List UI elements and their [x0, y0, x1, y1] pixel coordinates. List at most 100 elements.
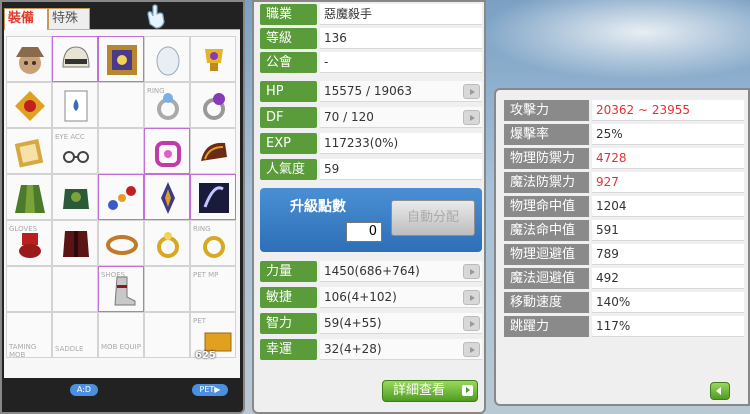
slot-hat[interactable]	[6, 36, 52, 82]
glasses-icon	[63, 151, 89, 163]
detail-value: 20362 ~ 23955	[592, 100, 744, 121]
stat-key: EXP	[260, 133, 317, 154]
stat-value: 136	[320, 28, 482, 49]
slot-taming-mob[interactable]: TAMING MOB	[6, 312, 52, 359]
detail-key: 物理迴避值	[504, 244, 589, 265]
slot-belt[interactable]	[98, 174, 144, 220]
stat-row-level: 等級 136	[260, 28, 484, 49]
ap-title: 升級點數	[290, 199, 346, 215]
stat-value: 1450(686+764)	[320, 261, 482, 282]
stat-key: 等級	[260, 28, 317, 49]
slot-badge[interactable]	[6, 82, 52, 128]
stat-key: DF	[260, 107, 317, 128]
slot-gloves[interactable]: GLOVES	[6, 220, 52, 266]
weapon-icon	[161, 182, 175, 214]
luk-add-button[interactable]	[463, 342, 480, 357]
cape-icon	[15, 185, 45, 213]
slot-pet-mp[interactable]: PET MP	[190, 266, 236, 312]
slot-pocket[interactable]	[52, 82, 98, 128]
tab-special[interactable]: 特殊	[48, 8, 90, 30]
slot-mob-equip[interactable]: MOB EQUIP	[98, 312, 144, 358]
stat-value: 117233(0%)	[320, 133, 482, 154]
detail-row-macc: 魔法命中值 591	[504, 220, 744, 241]
bracelet-icon	[106, 235, 138, 255]
stat-row-str: 力量 1450(686+764)	[260, 261, 484, 282]
slot-ring-2[interactable]	[190, 82, 236, 128]
int-add-button[interactable]	[463, 316, 480, 331]
slot-earring[interactable]	[144, 128, 190, 174]
detail-view-button[interactable]: 詳細查看	[382, 380, 478, 402]
slot-secondary[interactable]	[190, 174, 236, 220]
slot-ring-3[interactable]	[144, 220, 190, 266]
pet-button[interactable]: PET▶	[192, 384, 228, 396]
slot-empty-5[interactable]	[144, 266, 190, 312]
slot-cape[interactable]	[6, 174, 52, 220]
slot-empty-2[interactable]	[98, 128, 144, 174]
stat-row-int: 智力 59(4+55)	[260, 313, 484, 334]
detail-key: 魔法迴避值	[504, 268, 589, 289]
detail-row-wdef: 物理防禦力 4728	[504, 148, 744, 169]
collapse-detail-button[interactable]	[710, 382, 730, 400]
hp-add-button[interactable]	[463, 84, 480, 99]
slot-face-accessory[interactable]	[52, 36, 98, 82]
stat-key: 敏捷	[260, 287, 317, 308]
str-add-button[interactable]	[463, 264, 480, 279]
stat-value: 32(4+28)	[320, 339, 482, 360]
detail-key: 攻擊力	[504, 100, 589, 121]
detail-value: 25%	[592, 124, 744, 145]
slot-empty-6[interactable]	[144, 312, 190, 358]
equipment-window: 裝備 特殊 RING EYE ACC GLOVES RING SHOES PET…	[0, 0, 245, 414]
ring-icon	[203, 93, 225, 120]
detail-key: 物理防禦力	[504, 148, 589, 169]
slot-empty-4[interactable]	[52, 266, 98, 312]
slot-label-mob-equip: MOB EQUIP	[101, 343, 141, 351]
stat-value: -	[320, 52, 482, 73]
detail-key: 爆擊率	[504, 124, 589, 145]
detail-value: 591	[592, 220, 744, 241]
slot-empty-3[interactable]	[6, 266, 52, 312]
slot-top[interactable]	[52, 174, 98, 220]
hand-cursor-icon	[147, 4, 165, 29]
slot-pendant[interactable]	[144, 36, 190, 82]
stat-value: 15575 / 19063	[320, 81, 482, 102]
stat-key: 智力	[260, 313, 317, 334]
detail-row-crit: 爆擊率 25%	[504, 124, 744, 145]
slot-weapon[interactable]	[144, 174, 190, 220]
dex-add-button[interactable]	[463, 290, 480, 305]
df-add-button[interactable]	[463, 110, 480, 125]
slot-book[interactable]	[6, 128, 52, 174]
glove-icon	[19, 233, 41, 258]
slot-eye-accessory[interactable]: EYE ACC	[52, 128, 98, 174]
slot-saddle[interactable]: SADDLE	[52, 312, 98, 358]
ring-icon	[157, 232, 179, 258]
slot-shoulder[interactable]	[190, 128, 236, 174]
slot-label-taming-mob: TAMING MOB	[9, 343, 37, 359]
book-icon	[14, 138, 44, 168]
slot-empty-1[interactable]	[98, 82, 144, 128]
arrow-right-icon	[462, 385, 473, 396]
hat-icon	[16, 47, 44, 74]
detail-stat-window: 攻擊力 20362 ~ 23955 爆擊率 25% 物理防禦力 4728 魔法防禦力 9…	[494, 88, 750, 406]
auto-assign-button[interactable]: 自動分配	[391, 200, 475, 236]
dark-orb-icon	[199, 183, 229, 213]
slot-ring-4[interactable]: RING	[190, 220, 236, 266]
detail-value: 117%	[592, 316, 744, 337]
egg-icon	[156, 46, 180, 76]
slot-medal[interactable]	[190, 36, 236, 82]
slot-bracelet[interactable]	[98, 220, 144, 266]
ad-button[interactable]: A:D	[70, 384, 98, 396]
stat-value: 59(4+55)	[320, 313, 482, 334]
stat-key: 人氣度	[260, 159, 317, 180]
slot-shoes[interactable]: SHOES	[98, 266, 144, 312]
ring-icon	[203, 236, 225, 258]
stat-key: 幸運	[260, 339, 317, 360]
detail-row-speed: 移動速度 140%	[504, 292, 744, 313]
slot-ring-1[interactable]: RING	[144, 82, 190, 128]
tab-equip[interactable]: 裝備	[4, 8, 48, 30]
trophy-icon	[205, 49, 223, 71]
earring-icon	[155, 141, 181, 167]
slot-label-pet-mp: PET MP	[193, 271, 219, 279]
detail-value: 492	[592, 268, 744, 289]
slot-emblem[interactable]	[98, 36, 144, 82]
slot-overall[interactable]	[52, 220, 98, 266]
